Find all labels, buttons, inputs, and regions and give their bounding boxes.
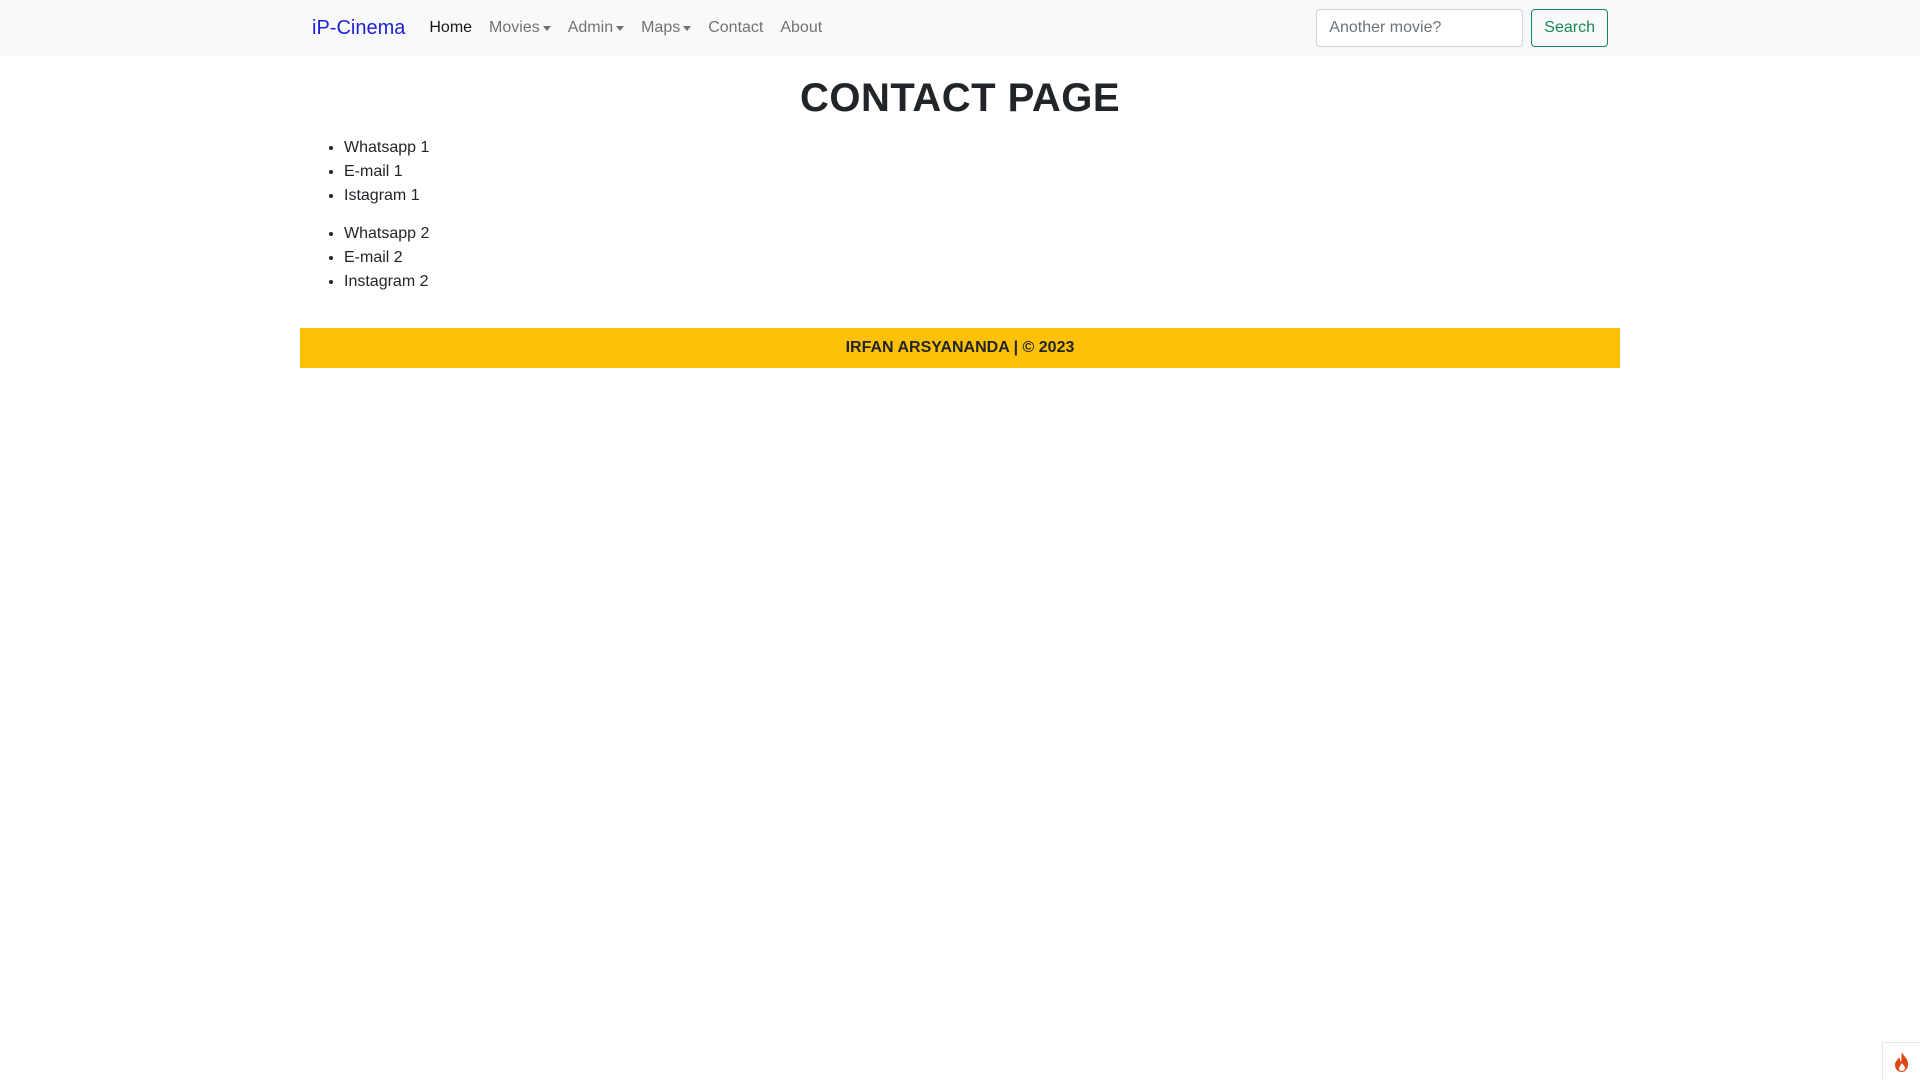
- search-input[interactable]: [1316, 9, 1524, 47]
- footer: IRFAN ARSYANANDA | © 2023: [300, 328, 1620, 368]
- flame-icon: [1894, 1051, 1908, 1072]
- nav-about[interactable]: About: [780, 19, 822, 37]
- brand-link[interactable]: iP-Cinema: [312, 17, 405, 40]
- list-item-whatsapp-1: Whatsapp 1: [344, 136, 1620, 160]
- nav-links: Home Movies Admin Maps Contact About: [429, 19, 839, 37]
- nav-movies-dropdown[interactable]: Movies: [489, 19, 551, 37]
- nav-home[interactable]: Home: [429, 19, 472, 37]
- chevron-down-icon: [683, 25, 692, 31]
- navbar: iP-Cinema Home Movies Admin Maps Contact…: [0, 0, 1920, 56]
- nav-home-label: Home: [429, 19, 473, 36]
- page-title: CONTACT PAGE: [799, 76, 1121, 120]
- list-item-email-2: E-mail 2: [344, 246, 1620, 270]
- search-form: Search: [1316, 9, 1608, 47]
- list-item-instagram-1: Istagram 1: [344, 184, 1620, 208]
- nav-movies-label: Movies: [489, 19, 540, 36]
- nav-admin-label: Admin: [567, 19, 614, 36]
- nav-about-label: About: [780, 19, 823, 36]
- list-item-email-1: E-mail 1: [344, 160, 1620, 184]
- chevron-down-icon: [542, 25, 551, 31]
- nav-contact[interactable]: Contact: [708, 19, 763, 37]
- main-content: CONTACT PAGE Whatsapp 1 E-mail 1 Istagra…: [300, 56, 1620, 308]
- contact-list-2: Whatsapp 2 E-mail 2 Instagram 2: [300, 222, 1620, 294]
- list-item-whatsapp-2: Whatsapp 2: [344, 222, 1620, 246]
- footer-text: IRFAN ARSYANANDA | © 2023: [845, 339, 1075, 356]
- nav-maps-dropdown[interactable]: Maps: [641, 19, 692, 37]
- chevron-down-icon: [616, 25, 625, 31]
- debug-toolbar-toggle[interactable]: [1882, 1042, 1920, 1080]
- nav-admin-dropdown[interactable]: Admin: [567, 19, 625, 37]
- nav-contact-label: Contact: [708, 19, 764, 36]
- nav-maps-label: Maps: [641, 19, 681, 36]
- list-item-instagram-2: Instagram 2: [344, 270, 1620, 294]
- navbar-container: iP-Cinema Home Movies Admin Maps Contact…: [300, 0, 1620, 56]
- contact-list-1: Whatsapp 1 E-mail 1 Istagram 1: [300, 136, 1620, 208]
- search-button[interactable]: Search: [1531, 9, 1608, 47]
